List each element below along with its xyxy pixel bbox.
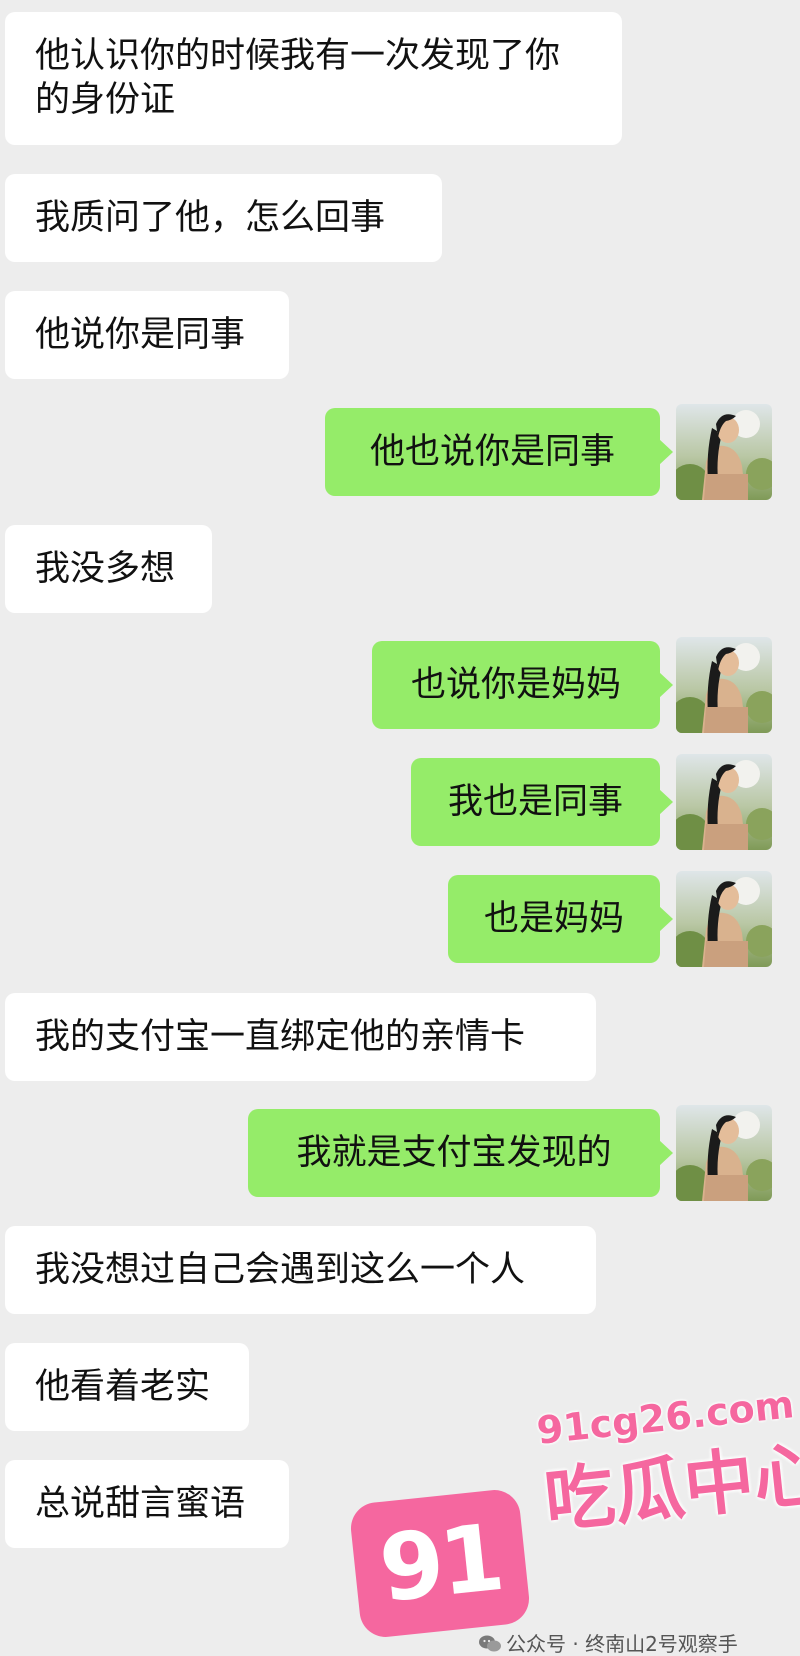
incoming-message[interactable]: 我没想过自己会遇到这么一个人 — [5, 1226, 596, 1314]
message-text: 我质问了他，怎么回事 — [35, 198, 386, 238]
watermark-footer: 公众号 · 终南山2号观察手 — [478, 1632, 738, 1656]
outgoing-message[interactable]: 我就是支付宝发现的 — [248, 1109, 673, 1197]
message-text: 总说甜言蜜语 — [35, 1484, 246, 1524]
avatar-photo-icon — [676, 871, 772, 967]
message-text: 我也是同事 — [447, 782, 623, 822]
message-text: 我就是支付宝发现的 — [296, 1133, 612, 1173]
incoming-message[interactable]: 我没多想 — [5, 525, 212, 613]
watermark-footer-text: 公众号 · 终南山2号观察手 — [506, 1632, 738, 1656]
message-text: 他说你是同事 — [35, 315, 246, 355]
outgoing-message[interactable]: 也说你是妈妈 — [372, 641, 673, 729]
watermark-logo: 91 — [348, 1487, 532, 1640]
incoming-message[interactable]: 他说你是同事 — [5, 291, 289, 379]
user-avatar[interactable] — [676, 404, 772, 500]
message-text: 他认识你的时候我有一次发现了你的身份证 — [35, 36, 561, 120]
message-text: 我没想过自己会遇到这么一个人 — [35, 1250, 526, 1290]
outgoing-message[interactable]: 我也是同事 — [411, 758, 673, 846]
incoming-message[interactable]: 总说甜言蜜语 — [5, 1460, 289, 1548]
message-text: 他看着老实 — [35, 1367, 211, 1407]
incoming-message[interactable]: 他看着老实 — [5, 1343, 249, 1431]
user-avatar[interactable] — [676, 871, 772, 967]
incoming-message[interactable]: 我质问了他，怎么回事 — [5, 174, 442, 262]
avatar-photo-icon — [676, 754, 772, 850]
message-text: 我没多想 — [35, 549, 176, 589]
avatar-photo-icon — [676, 1105, 772, 1201]
message-text: 他也说你是同事 — [369, 432, 615, 472]
watermark-number: 91 — [374, 1503, 506, 1623]
outgoing-message[interactable]: 也是妈妈 — [448, 875, 673, 963]
outgoing-message[interactable]: 他也说你是同事 — [325, 408, 673, 496]
message-text: 也说你是妈妈 — [410, 665, 621, 705]
avatar-photo-icon — [676, 637, 772, 733]
incoming-message[interactable]: 我的支付宝一直绑定他的亲情卡 — [5, 993, 596, 1081]
incoming-message[interactable]: 他认识你的时候我有一次发现了你的身份证 — [5, 12, 622, 145]
user-avatar[interactable] — [676, 637, 772, 733]
message-text: 我的支付宝一直绑定他的亲情卡 — [35, 1017, 526, 1057]
avatar-photo-icon — [676, 404, 772, 500]
user-avatar[interactable] — [676, 754, 772, 850]
message-text: 也是妈妈 — [483, 899, 624, 939]
wechat-icon — [479, 1635, 501, 1652]
user-avatar[interactable] — [676, 1105, 772, 1201]
